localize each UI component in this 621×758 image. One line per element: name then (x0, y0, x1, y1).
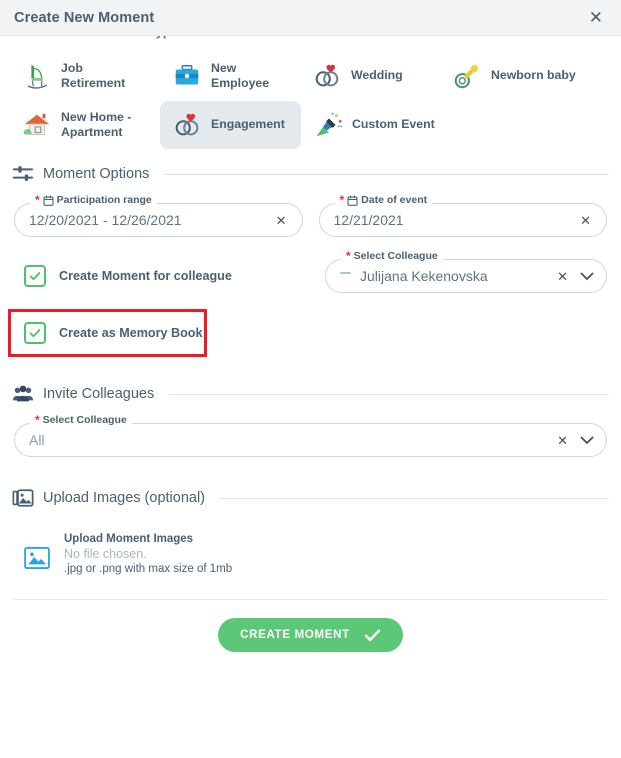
moment-type-new-employee[interactable]: New Employee (160, 52, 300, 101)
moment-type-row-1: Job Retirement New Employee Wedding Newb… (10, 52, 611, 101)
create-moment-button[interactable]: CREATE MOMENT (218, 618, 403, 653)
moment-type-label: Job Retirement (61, 61, 126, 91)
moment-type-grid: Job Retirement New Employee Wedding Newb… (0, 46, 621, 149)
moment-type-label: Engagement (211, 117, 285, 132)
invite-select-colleague-legend: * Select Colleague (30, 413, 132, 428)
party-popper-icon (316, 112, 343, 136)
section-title: Invite Colleagues (43, 386, 155, 403)
footer: CREATE MOMENT (0, 618, 621, 653)
people-group-icon (12, 386, 34, 402)
upload-hint: .jpg or .png with max size of 1mb (64, 563, 233, 576)
date-of-event-field: * Date of event 12/21/2021 ✕ (318, 194, 607, 238)
create-for-colleague-row: Create Moment for colleague * Select Col… (0, 250, 621, 294)
moment-type-label: Custom Event (352, 117, 435, 132)
section-moment-options: Moment Options (0, 163, 621, 185)
moment-type-custom-event[interactable]: Custom Event (301, 101, 447, 149)
moment-type-label: Wedding (351, 68, 403, 83)
required-marker: * (346, 249, 351, 264)
participation-range-legend: * Participation range (30, 193, 157, 208)
moment-type-label: New Home - Apartment (61, 109, 132, 140)
checkbox-box (24, 265, 46, 288)
section-title: Upload Images (optional) (43, 490, 206, 507)
checkmark-icon (364, 629, 381, 642)
image-placeholder-icon (24, 547, 50, 570)
date-of-event-legend: * Date of event (334, 193, 433, 208)
upload-no-file-text: No file chosen. (64, 547, 147, 562)
section-divider (164, 173, 609, 175)
footer-divider (14, 599, 607, 601)
checkbox-box (24, 322, 46, 345)
moment-type-wedding[interactable]: Wedding (300, 52, 440, 100)
date-of-event-input[interactable]: 12/21/2021 ✕ (318, 203, 607, 238)
section-divider (169, 393, 609, 395)
invite-select-colleague-input[interactable]: All ✕ (14, 423, 607, 458)
scrolled-heading-text: Choose Moment Type (44, 36, 178, 39)
pacifier-icon (454, 64, 479, 89)
scrolled-heading-sliver: Choose Moment Type (0, 36, 621, 46)
wedding-rings-icon (315, 64, 339, 87)
briefcase-icon (175, 65, 199, 85)
participation-range-input[interactable]: 12/20/2021 - 12/26/2021 ✕ (14, 203, 303, 238)
engagement-ring-icon (175, 113, 199, 136)
upload-moment-images-row[interactable]: Upload Moment Images No file chosen. .jp… (0, 533, 621, 575)
clear-x-icon[interactable]: ✕ (554, 270, 571, 283)
invite-select-colleague-value: All (29, 432, 45, 449)
select-colleague-label: Select Colleague (353, 250, 438, 263)
modal-header: Create New Moment ✕ (0, 0, 621, 36)
invite-select-colleague-label: Select Colleague (42, 414, 127, 427)
create-moment-label: CREATE MOMENT (240, 629, 350, 642)
date-fields-row: * Participation range 12/20/2021 - 12/26… (0, 194, 621, 238)
select-colleague-input[interactable]: Julijana Kekenovska ✕ (325, 259, 607, 294)
section-divider (220, 497, 609, 499)
required-marker: * (35, 413, 40, 428)
moment-type-engagement[interactable]: Engagement (160, 100, 301, 149)
moment-type-new-home-apartment[interactable]: New Home - Apartment (10, 101, 160, 150)
participation-range-label: Participation range (56, 194, 152, 207)
participation-range-value: 12/20/2021 - 12/26/2021 (29, 212, 182, 229)
invite-select-colleague-field: * Select Colleague All ✕ (14, 414, 607, 458)
section-title: Moment Options (43, 166, 150, 183)
close-icon[interactable]: ✕ (587, 7, 605, 28)
calendar-icon (347, 195, 358, 206)
upload-texts: Upload Moment Images No file chosen. .jp… (64, 533, 232, 575)
date-of-event-label: Date of event (361, 194, 428, 207)
calendar-icon (43, 195, 54, 206)
invite-select-colleague-wrap: * Select Colleague All ✕ (0, 414, 621, 458)
required-marker: * (35, 193, 40, 208)
select-colleague-field: * Select Colleague Julijana Kekenovska ✕ (325, 250, 607, 294)
section-upload-images: Upload Images (optional) (0, 487, 621, 509)
upload-title: Upload Moment Images (64, 533, 194, 546)
create-for-colleague-left: Create Moment for colleague (14, 265, 325, 288)
create-moment-for-colleague-checkbox[interactable]: Create Moment for colleague (24, 265, 325, 288)
memory-book-row: Create as Memory Book (14, 317, 607, 349)
clear-x-icon[interactable]: ✕ (273, 214, 290, 227)
images-stack-icon (12, 489, 34, 508)
required-marker: * (339, 193, 345, 208)
select-colleague-value: Julijana Kekenovska (360, 268, 488, 285)
clear-x-icon[interactable]: ✕ (577, 214, 594, 227)
select-colleague-legend: * Select Colleague (341, 249, 443, 264)
sliders-icon (12, 166, 34, 182)
create-as-memory-book-checkbox[interactable]: Create as Memory Book (24, 322, 203, 345)
page-title: Create New Moment (14, 9, 155, 26)
section-invite-colleagues: Invite Colleagues (0, 383, 621, 405)
moment-type-newborn-baby[interactable]: Newborn baby (440, 52, 588, 100)
participation-range-field: * Participation range 12/20/2021 - 12/26… (14, 194, 303, 238)
chevron-down-icon[interactable] (580, 436, 594, 445)
moment-type-label: Newborn baby (491, 68, 576, 83)
memory-book-annotation-wrap: Create as Memory Book (0, 309, 621, 358)
checkbox-label: Create as Memory Book (59, 326, 203, 341)
rocking-chair-icon (27, 65, 48, 90)
checkmark-icon (29, 329, 41, 338)
date-of-event-value: 12/21/2021 (333, 212, 404, 229)
moment-type-row-2: New Home - Apartment Engagement Custom E… (10, 100, 611, 150)
moment-type-job-retirement[interactable]: Job Retirement (10, 52, 160, 101)
moment-type-label: New Employee (211, 61, 270, 91)
clear-x-icon[interactable]: ✕ (554, 434, 571, 447)
house-icon (23, 113, 50, 135)
avatar (340, 271, 351, 274)
checkmark-icon (29, 272, 41, 281)
chevron-down-icon[interactable] (580, 272, 594, 281)
checkbox-label: Create Moment for colleague (59, 269, 232, 284)
